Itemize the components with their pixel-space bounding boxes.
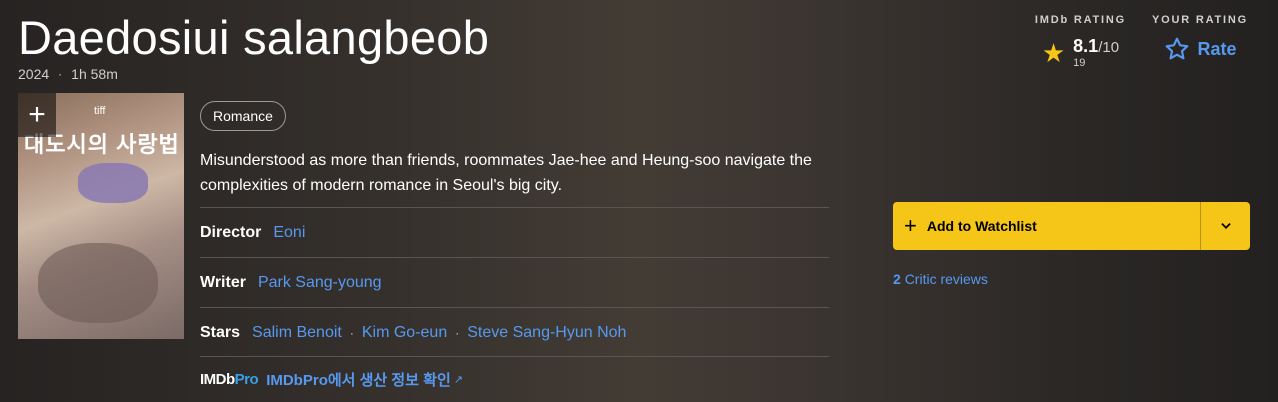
chevron-down-icon (1220, 223, 1231, 229)
rate-button[interactable]: Rate (1164, 36, 1237, 62)
star-filled-icon: ★ (1041, 37, 1066, 68)
critic-count: 2 (893, 271, 901, 287)
your-rating-label: YOUR RATING (1152, 14, 1248, 26)
poster[interactable]: tiff 대도시의 사랑법 + (18, 93, 184, 339)
vote-count: 19 (1073, 57, 1086, 69)
writer-label[interactable]: Writer (200, 274, 246, 292)
genre-chip-romance[interactable]: Romance (200, 101, 286, 131)
external-link-icon: ↗ (453, 374, 463, 386)
score-out-of: /10 (1098, 39, 1120, 56)
poster-artwork (78, 163, 148, 203)
critic-label: Critic reviews (904, 271, 988, 287)
score-block: 8.1/10 19 (1073, 36, 1119, 69)
imdb-rating-score[interactable]: ★ 8.1/10 19 (1042, 36, 1119, 69)
poster-festival-mark: tiff (94, 105, 106, 117)
star-outline-icon (1165, 37, 1188, 60)
star-separator: · (455, 325, 460, 340)
director-link[interactable]: Eoni (273, 224, 305, 242)
plus-icon: + (28, 98, 46, 131)
credit-row-director: Director Eoni (200, 207, 829, 257)
critic-reviews-link[interactable]: 2 Critic reviews (893, 271, 988, 287)
credit-row-writer: Writer Park Sang-young (200, 257, 829, 307)
imdb-rating[interactable]: IMDb RATING ★ 8.1/10 19 (1035, 14, 1126, 69)
add-to-watchlist-poster-button[interactable]: + (18, 93, 56, 137)
star-link[interactable]: Salim Benoit (252, 324, 342, 342)
imdbpro-link[interactable]: IMDbPro에서 생산 정보 확인 (266, 369, 451, 390)
your-rating: YOUR RATING Rate (1152, 14, 1248, 69)
title-meta: 2024 · 1h 58m (18, 66, 118, 82)
release-year[interactable]: 2024 (18, 66, 49, 82)
runtime: 1h 58m (71, 66, 118, 82)
plus-icon: + (904, 213, 917, 238)
watchlist-control: + Add to Watchlist (893, 202, 1250, 250)
score-value: 8.1 (1073, 36, 1099, 56)
watchlist-label: Add to Watchlist (926, 218, 1037, 234)
watchlist-dropdown-button[interactable] (1201, 202, 1250, 250)
star-separator: · (349, 325, 354, 340)
ratings-bar: IMDb RATING ★ 8.1/10 19 YOUR RATING Rate (1035, 14, 1248, 69)
star-link[interactable]: Kim Go-eun (362, 324, 447, 342)
rate-label: Rate (1197, 38, 1237, 59)
imdbpro-row: IMDbPro IMDbPro에서 생산 정보 확인 ↗ (200, 356, 829, 402)
imdbpro-logo: IMDbPro (200, 371, 259, 388)
director-label[interactable]: Director (200, 224, 261, 242)
writer-link[interactable]: Park Sang-young (258, 274, 382, 292)
add-to-watchlist-button[interactable]: + Add to Watchlist (893, 202, 1201, 250)
stars-label[interactable]: Stars (200, 324, 240, 342)
imdb-rating-label: IMDb RATING (1034, 14, 1127, 26)
plot-description: Misunderstood as more than friends, room… (200, 152, 812, 194)
page-title: Daedosiui salangbeob (18, 11, 490, 64)
poster-artwork-lower (38, 243, 158, 323)
star-link[interactable]: Steve Sang-Hyun Noh (467, 324, 626, 342)
meta-separator: · (58, 67, 63, 81)
credit-row-stars: Stars Salim Benoit · Kim Go-eun · Steve … (200, 307, 829, 357)
